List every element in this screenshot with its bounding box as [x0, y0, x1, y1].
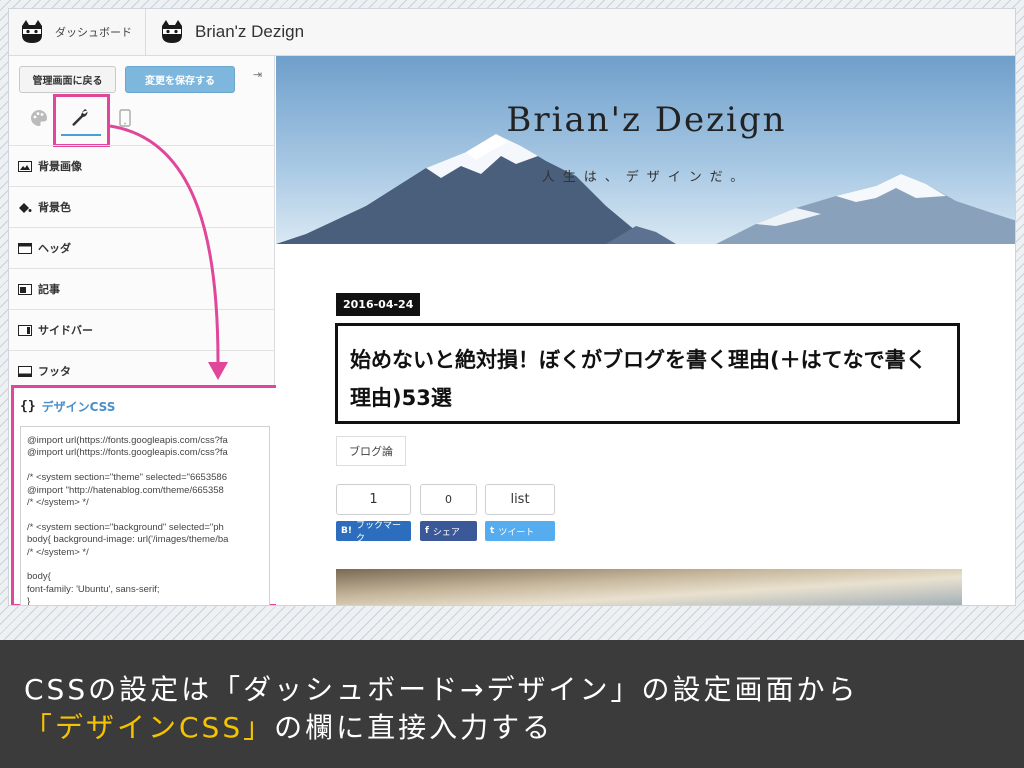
tab-highlight-box: [53, 94, 110, 147]
palette-icon: [31, 110, 47, 126]
code-line: font-family: 'Ubuntu', sans-serif;: [27, 583, 160, 595]
blog-link[interactable]: Brian'z Dezign: [147, 9, 304, 55]
category-tag[interactable]: ブログ論: [336, 436, 406, 466]
dashboard-link[interactable]: ダッシュボード: [9, 9, 146, 55]
menu-label: 背景色: [38, 201, 71, 214]
top-bar: ダッシュボード Brian'z Dezign: [9, 9, 1015, 56]
code-line: /* </system> */: [27, 496, 89, 508]
post-title-box: 始めないと絶対損！ぼくがブログを書く理由(＋はてなで書く理由)53選: [335, 323, 960, 424]
customize-menu: 背景画像 背景色 ヘッダ 記事 サイドバー フッタ: [9, 145, 275, 391]
cat-logo-icon: [22, 20, 42, 43]
menu-label: 記事: [38, 283, 60, 296]
code-line: @import url(https://fonts.googleapis.com…: [27, 447, 228, 459]
share-label: ツイート: [498, 527, 535, 538]
mountain-illustration: [276, 56, 1015, 244]
back-to-admin-button[interactable]: 管理画面に戻る: [19, 66, 116, 93]
header-mountain-image: Brian'z Dezign 人生は、デザインだ。: [276, 56, 1015, 244]
collapse-icon[interactable]: ⇥: [253, 68, 262, 81]
tab-theme[interactable]: [27, 100, 51, 136]
save-changes-button[interactable]: 変更を保存する: [125, 66, 235, 93]
caption-line-2: 「デザインCSS」の欄に直接入力する: [24, 706, 553, 746]
twitter-bird-icon: t: [490, 526, 495, 536]
article-photo: [336, 569, 962, 605]
design-css-heading[interactable]: {} デザインCSS: [20, 398, 115, 415]
code-line: /* <system section="theme" selected="665…: [27, 472, 227, 484]
facebook-count: 0: [420, 484, 477, 515]
code-line: body{: [27, 571, 51, 583]
code-brace-icon: {}: [20, 399, 36, 414]
design-css-panel: {} デザインCSS @import url(https://fonts.goo…: [11, 385, 279, 606]
phone-icon: [119, 109, 131, 127]
menu-item-article[interactable]: 記事: [9, 268, 275, 309]
bookmark-count: 1: [336, 484, 411, 515]
design-tabs: [9, 100, 275, 140]
sidebar-layout-icon: [18, 324, 32, 336]
browser-frame: ダッシュボード Brian'z Dezign 管理画面に戻る 変更を保存する ⇥: [8, 8, 1016, 606]
caption-line-1: CSSの設定は「ダッシュボード→デザイン」の設定画面から: [24, 673, 859, 706]
site-title[interactable]: Brian'z Dezign: [276, 100, 1015, 140]
header-layout-icon: [18, 242, 32, 254]
design-css-title: デザインCSS: [41, 400, 116, 414]
share-label: シェア: [432, 527, 460, 538]
dashboard-label: ダッシュボード: [55, 26, 132, 39]
menu-label: サイドバー: [38, 324, 93, 337]
code-line: body{ background-image: url('/images/the…: [27, 534, 229, 546]
caption-bar: CSSの設定は「ダッシュボード→デザイン」の設定画面から 「デザインCSS」の欄…: [0, 640, 1024, 768]
blog-preview: Brian'z Dezign 人生は、デザインだ。 2016-04-24 始めな…: [276, 56, 1015, 605]
article-layout-icon: [18, 283, 32, 295]
footer-layout-icon: [18, 365, 32, 377]
hatena-bookmark-button[interactable]: B! ブックマーク: [336, 521, 411, 544]
facebook-share-button[interactable]: f シェア: [420, 521, 477, 541]
code-line: /* </system> */: [27, 546, 89, 558]
code-line: /* <system section="background" selected…: [27, 521, 224, 533]
design-sidebar: 管理画面に戻る 変更を保存する ⇥ 背景画像 背景色 ヘッダ 記事 サイドバー …: [9, 56, 279, 605]
tab-smartphone[interactable]: [115, 100, 135, 136]
code-line: }: [27, 596, 31, 606]
tweet-button[interactable]: t ツイート: [485, 521, 555, 541]
menu-label: 背景画像: [38, 160, 82, 173]
post-title[interactable]: 始めないと絶対損！ぼくがブログを書く理由(＋はてなで書く理由)53選: [350, 341, 945, 417]
facebook-icon: f: [425, 526, 429, 536]
menu-item-background-color[interactable]: 背景色: [9, 186, 275, 227]
menu-item-background-image[interactable]: 背景画像: [9, 145, 275, 186]
code-line: @import "http://hatenablog.com/theme/665…: [27, 484, 224, 496]
paint-bucket-icon: [19, 202, 32, 213]
caption-highlight: 「デザインCSS」: [24, 711, 275, 744]
menu-label: フッタ: [38, 365, 71, 378]
menu-label: ヘッダ: [38, 242, 71, 255]
share-label: ブックマーク: [355, 521, 401, 544]
blog-name: Brian'z Dezign: [195, 22, 305, 41]
cat-logo-icon: [162, 20, 182, 43]
css-editor-textarea[interactable]: @import url(https://fonts.googleapis.com…: [20, 426, 270, 606]
caption-text: の欄に直接入力する: [274, 711, 554, 744]
image-icon: [18, 160, 32, 172]
menu-item-header[interactable]: ヘッダ: [9, 227, 275, 268]
code-line: @import url(https://fonts.googleapis.com…: [27, 435, 228, 446]
hatena-bookmark-icon: B!: [341, 526, 352, 536]
site-subtitle: 人生は、デザインだ。: [541, 170, 752, 185]
twitter-list[interactable]: list: [485, 484, 555, 515]
menu-item-sidebar[interactable]: サイドバー: [9, 309, 275, 350]
post-date-badge[interactable]: 2016-04-24: [336, 293, 421, 316]
